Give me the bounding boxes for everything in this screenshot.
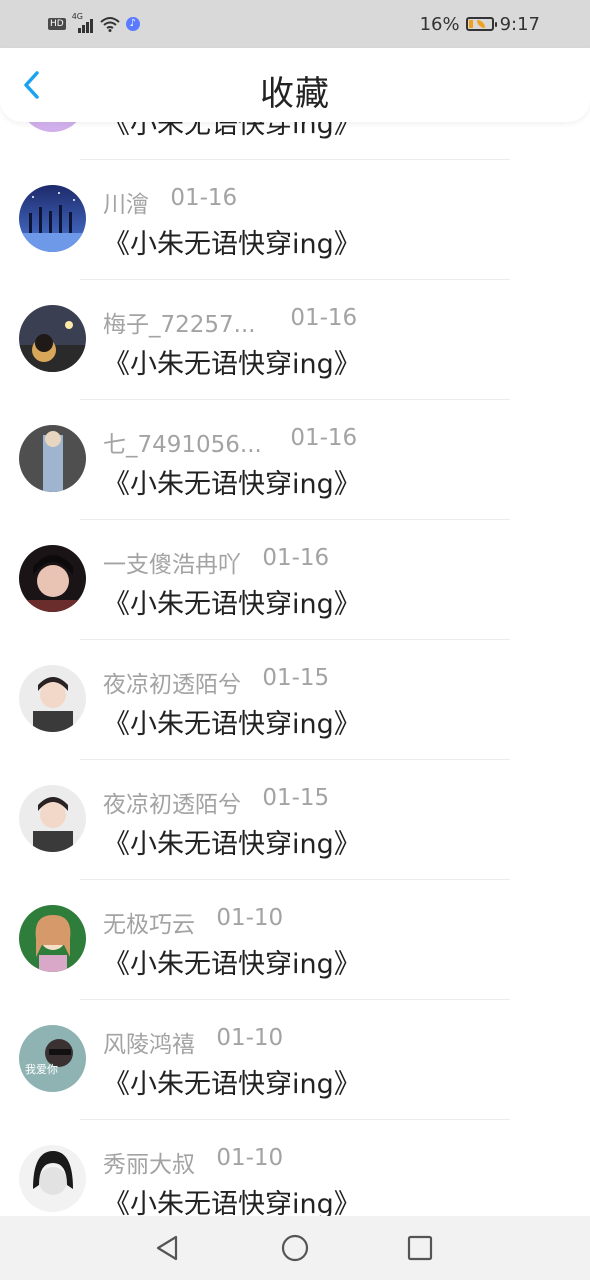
battery-percent: 16% [419, 13, 460, 35]
item-date: 01-16 [290, 305, 358, 331]
item-author: 无极巧云 [103, 912, 195, 938]
item-title: 《小朱无语快穿ing》 [103, 709, 361, 740]
item-author: 七_7491056... [103, 432, 262, 458]
clock: 9:17 [499, 13, 540, 35]
item-meta: 一支傻浩冉吖 01-16 [103, 545, 330, 578]
item-meta: 夜凉初透陌兮 01-15 [103, 665, 330, 698]
avatar [19, 665, 86, 732]
list-item[interactable]: 夜凉初透陌兮 01-15 《小朱无语快穿ing》 [0, 640, 590, 760]
item-meta: 无极巧云 01-10 [103, 905, 284, 938]
item-title: 《小朱无语快穿ing》 [103, 829, 361, 860]
circle-home-icon [281, 1234, 309, 1262]
item-date: 01-10 [216, 905, 284, 931]
status-icons-right: 16% 9:17 [420, 12, 540, 36]
item-date: 01-16 [170, 185, 238, 211]
item-author: 一支傻浩冉吖 [103, 552, 241, 578]
item-author: 夜凉初透陌兮 [103, 672, 241, 698]
list-item[interactable]: 无极巧云 01-10 《小朱无语快穿ing》 [0, 880, 590, 1000]
hd-badge: HD [48, 18, 66, 30]
item-meta: 秀丽大叔 01-10 [103, 1145, 284, 1178]
item-date: 01-16 [290, 425, 358, 451]
list-item[interactable]: 七_7491056... 01-16 《小朱无语快穿ing》 [0, 400, 590, 520]
item-author: 川澮 [103, 192, 149, 218]
wifi-icon [100, 17, 120, 32]
status-bar: HD 4G ♪ 16% 9:17 [0, 0, 590, 48]
item-title: 《小朱无语快穿ing》 [103, 349, 361, 380]
item-meta: 夜凉初透陌兮 01-15 [103, 785, 330, 818]
avatar: 我爱你 [19, 1025, 86, 1092]
item-title: 《小朱无语快穿ing》 [103, 589, 361, 620]
item-author: 秀丽大叔 [103, 1152, 195, 1178]
item-author: 风陵鸿禧 [103, 1032, 195, 1058]
item-meta: 梅子_72257... 01-16 [103, 305, 358, 338]
item-date: 01-16 [262, 545, 330, 571]
system-nav-bar [0, 1216, 590, 1280]
avatar [19, 785, 86, 852]
avatar [19, 905, 86, 972]
status-icons-left: HD 4G ♪ [48, 12, 140, 36]
item-title: 《小朱无语快穿ing》 [103, 949, 361, 980]
item-date: 01-10 [216, 1145, 284, 1171]
list-item[interactable]: 一支傻浩冉吖 01-16 《小朱无语快穿ing》 [0, 520, 590, 640]
signal-icon: 4G [72, 12, 94, 33]
avatar-caption: 我爱你 [25, 1063, 58, 1076]
item-author: 梅子_72257... [103, 312, 256, 338]
item-meta: 风陵鸿禧 01-10 [103, 1025, 284, 1058]
battery-icon [465, 17, 497, 31]
avatar [19, 1145, 86, 1212]
avatar [19, 545, 86, 612]
avatar [19, 425, 86, 492]
header: 收藏 [0, 48, 590, 122]
nav-back-button[interactable] [150, 1230, 186, 1266]
item-author: 夜凉初透陌兮 [103, 792, 241, 818]
list-item[interactable]: 我爱你 风陵鸿禧 01-10 《小朱无语快穿ing》 [0, 1000, 590, 1120]
item-title: 《小朱无语快穿ing》 [103, 229, 361, 260]
item-date: 01-15 [262, 665, 330, 691]
page-title: 收藏 [260, 74, 330, 114]
item-title: 《小朱无语快穿ing》 [103, 1069, 361, 1100]
collection-list: 《小朱无语快穿ing》 川澮 01-16 《小朱无语快穿ing》 梅子_7225… [0, 40, 590, 1240]
item-meta: 七_7491056... 01-16 [103, 425, 358, 458]
triangle-back-icon [156, 1235, 178, 1261]
item-date: 01-15 [262, 785, 330, 811]
list-item[interactable]: 梅子_72257... 01-16 《小朱无语快穿ing》 [0, 280, 590, 400]
item-meta: 川澮 01-16 [103, 185, 238, 218]
square-recent-icon [407, 1235, 433, 1261]
nav-home-button[interactable] [277, 1230, 313, 1266]
item-title: 《小朱无语快穿ing》 [103, 469, 361, 500]
nav-recent-button[interactable] [402, 1230, 438, 1266]
list-item[interactable]: 川澮 01-16 《小朱无语快穿ing》 [0, 160, 590, 280]
item-date: 01-10 [216, 1025, 284, 1051]
avatar [19, 305, 86, 372]
list-item[interactable]: 夜凉初透陌兮 01-15 《小朱无语快穿ing》 [0, 760, 590, 880]
music-icon: ♪ [125, 17, 140, 31]
avatar [19, 185, 86, 252]
